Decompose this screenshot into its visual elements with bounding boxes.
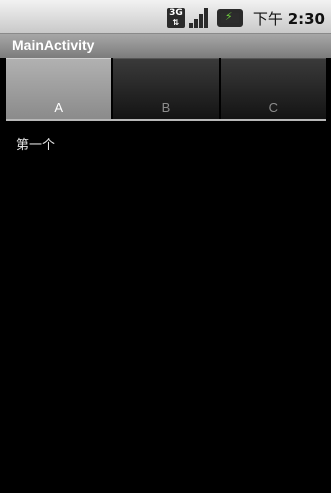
charging-bolt-icon: ⚡ bbox=[224, 10, 233, 23]
tab-c-label: C bbox=[268, 100, 279, 115]
tab-indicator-line bbox=[6, 119, 326, 121]
status-icons: 3G ⇅ ⚡ 下午 2:30 bbox=[166, 8, 325, 29]
title-bar: MainActivity bbox=[0, 34, 331, 58]
signal-icon bbox=[188, 8, 211, 28]
tab-bar: A B C bbox=[6, 58, 326, 120]
3g-icon: 3G ⇅ bbox=[166, 8, 185, 28]
clock-time: 2:30 bbox=[287, 9, 325, 28]
data-arrows-icon: ⇅ bbox=[172, 18, 180, 27]
battery-charging-icon: ⚡ bbox=[216, 9, 243, 27]
tab-a-label: A bbox=[54, 100, 63, 115]
status-bar: 3G ⇅ ⚡ 下午 2:30 bbox=[0, 0, 331, 34]
tab-c[interactable]: C bbox=[220, 58, 326, 120]
content-text: 第一个 bbox=[16, 138, 56, 153]
app-title: MainActivity bbox=[12, 37, 95, 53]
status-clock: 下午 2:30 bbox=[253, 8, 325, 29]
tab-b-label: B bbox=[161, 100, 171, 115]
network-label: 3G bbox=[169, 8, 183, 18]
tab-a[interactable]: A bbox=[6, 58, 112, 120]
tab-b[interactable]: B bbox=[113, 58, 219, 120]
clock-prefix: 下午 bbox=[252, 9, 283, 28]
